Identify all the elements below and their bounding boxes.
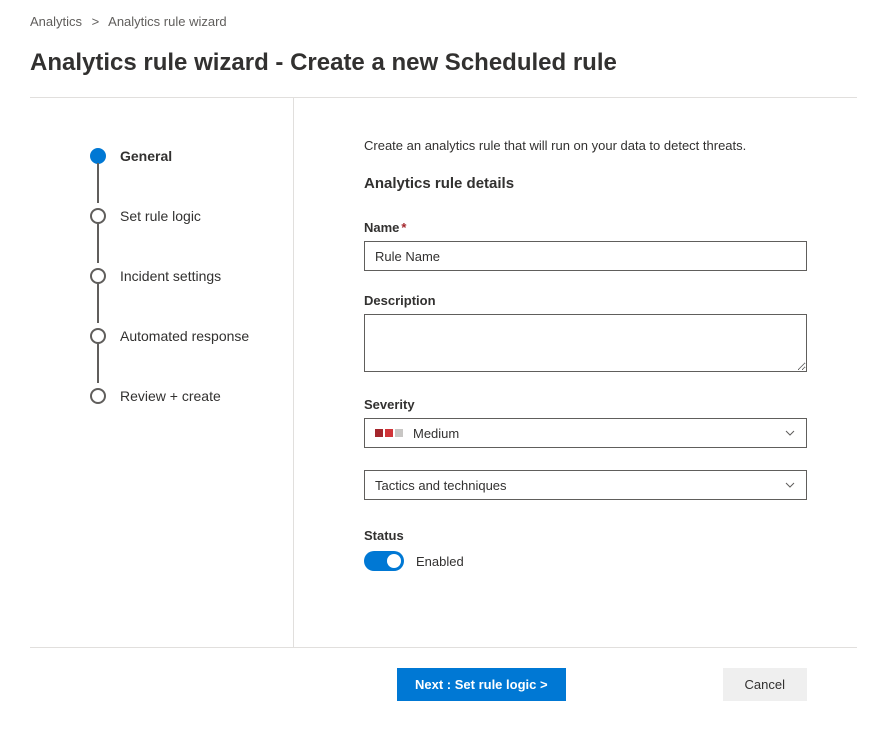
page-title: Analytics rule wizard - Create a new Sch… xyxy=(30,49,857,77)
status-label: Status xyxy=(364,528,807,543)
step-incident-settings[interactable]: Incident settings xyxy=(90,264,273,288)
next-button[interactable]: Next : Set rule logic > xyxy=(397,668,566,701)
tactics-dropdown[interactable]: Tactics and techniques xyxy=(364,470,807,500)
breadcrumb-current: Analytics rule wizard xyxy=(108,14,227,29)
step-dot-icon xyxy=(90,268,106,284)
toggle-knob-icon xyxy=(387,554,401,568)
step-dot-icon xyxy=(90,148,106,164)
breadcrumb-parent[interactable]: Analytics xyxy=(30,14,82,29)
name-label: Name* xyxy=(364,220,807,235)
severity-label: Severity xyxy=(364,397,807,412)
severity-dropdown[interactable]: Medium xyxy=(364,418,807,448)
required-asterisk-icon: * xyxy=(401,220,406,235)
wizard-sidebar: General Set rule logic Incident settings… xyxy=(30,98,294,647)
description-label: Description xyxy=(364,293,807,308)
footer: Next : Set rule logic > Cancel xyxy=(30,647,857,721)
step-label: Incident settings xyxy=(120,268,221,284)
step-automated-response[interactable]: Automated response xyxy=(90,324,273,348)
severity-bars-icon xyxy=(375,429,403,437)
step-dot-icon xyxy=(90,388,106,404)
step-set-rule-logic[interactable]: Set rule logic xyxy=(90,204,273,228)
step-label: Review + create xyxy=(120,388,221,404)
status-toggle[interactable] xyxy=(364,551,404,571)
breadcrumb: Analytics > Analytics rule wizard xyxy=(30,14,857,29)
section-title: Analytics rule details xyxy=(364,175,807,192)
description-textarea[interactable] xyxy=(364,314,807,372)
step-review-create[interactable]: Review + create xyxy=(90,384,273,408)
tactics-placeholder: Tactics and techniques xyxy=(375,478,507,493)
main-content: Create an analytics rule that will run o… xyxy=(294,98,857,647)
cancel-button[interactable]: Cancel xyxy=(723,668,807,701)
step-dot-icon xyxy=(90,328,106,344)
chevron-down-icon xyxy=(784,479,796,491)
step-dot-icon xyxy=(90,208,106,224)
status-value-label: Enabled xyxy=(416,554,464,569)
chevron-down-icon xyxy=(784,427,796,439)
step-label: Automated response xyxy=(120,328,249,344)
intro-text: Create an analytics rule that will run o… xyxy=(364,138,807,153)
name-input[interactable] xyxy=(364,241,807,271)
step-general[interactable]: General xyxy=(90,144,273,168)
severity-value: Medium xyxy=(413,426,459,441)
step-label: General xyxy=(120,148,172,164)
step-label: Set rule logic xyxy=(120,208,201,224)
chevron-right-icon: > xyxy=(92,14,100,29)
